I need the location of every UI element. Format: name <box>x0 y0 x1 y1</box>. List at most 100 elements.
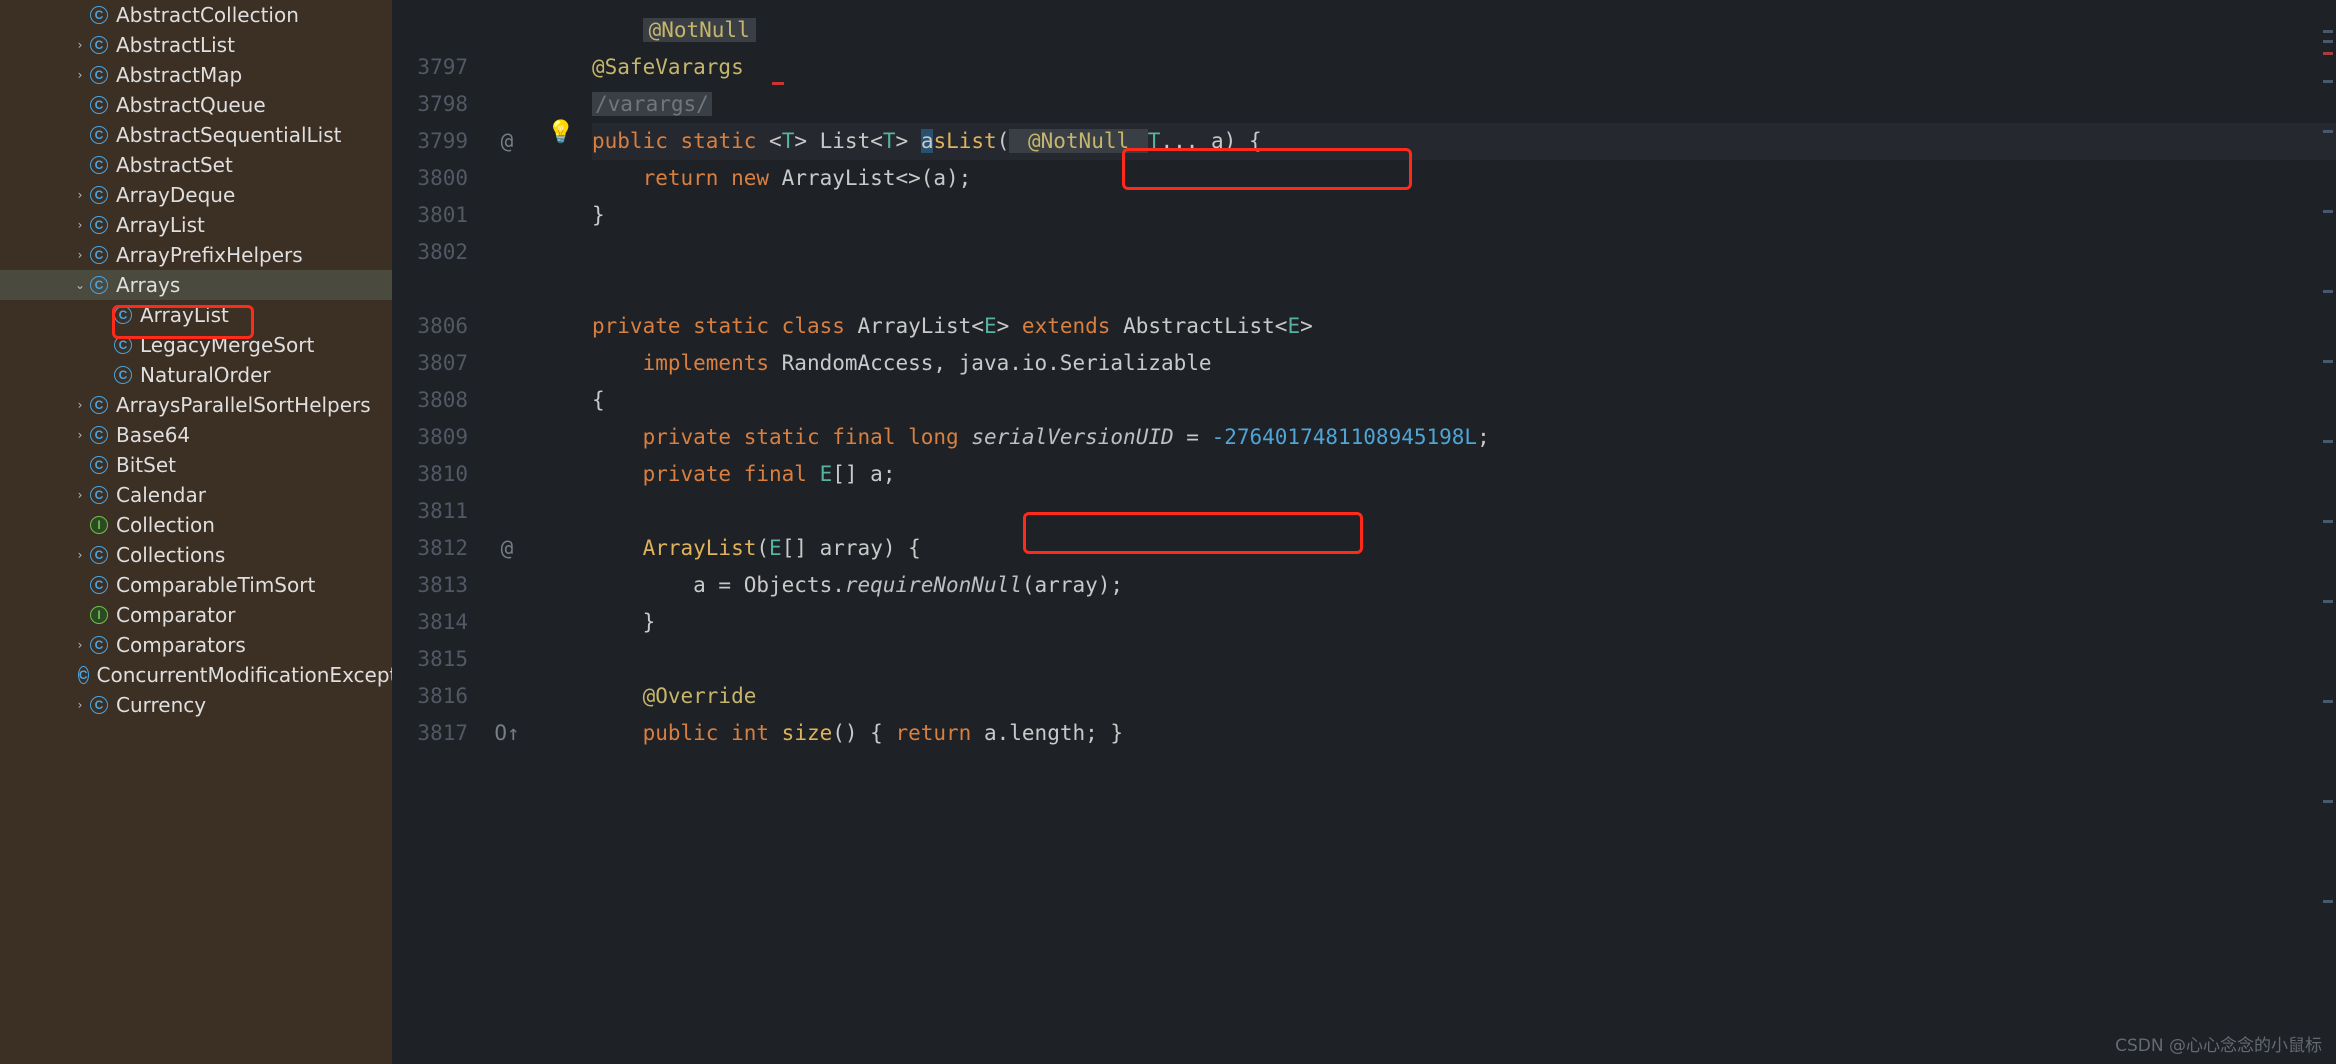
stripe-mark[interactable] <box>2323 130 2333 133</box>
tree-item-comparabletimsort[interactable]: ·CComparableTimSort <box>0 570 392 600</box>
project-tree[interactable]: ·CAbstractCollection›CAbstractList›CAbst… <box>0 0 392 1064</box>
tree-item-abstractqueue[interactable]: ·CAbstractQueue <box>0 90 392 120</box>
stripe-mark[interactable] <box>2323 52 2333 55</box>
override-gutter-icon[interactable]: @ <box>482 530 532 567</box>
token: public <box>592 129 681 153</box>
tree-item-collections[interactable]: ›CCollections <box>0 540 392 570</box>
token: int <box>731 721 782 745</box>
tree-item-arrayprefixhelpers[interactable]: ›CArrayPrefixHelpers <box>0 240 392 270</box>
tree-item-arraylist[interactable]: ›CArrayList <box>0 210 392 240</box>
intention-bulb-icon[interactable]: 💡 <box>547 120 574 145</box>
tree-item-abstractsequentiallist[interactable]: ·CAbstractSequentialList <box>0 120 392 150</box>
code-line[interactable]: return new ArrayList<>(a); <box>592 160 2336 197</box>
marker-gutter[interactable]: @ @ O↑ <box>482 0 532 1064</box>
stripe-mark[interactable] <box>2323 360 2333 363</box>
tree-item-arraysparallelsorthelpers[interactable]: ›CArraysParallelSortHelpers <box>0 390 392 420</box>
chevron-right-icon[interactable]: › <box>72 248 88 262</box>
code-line[interactable]: /varargs/ <box>592 86 2336 123</box>
tree-item-abstractset[interactable]: ·CAbstractSet <box>0 150 392 180</box>
tree-item-collection[interactable]: ·ICollection <box>0 510 392 540</box>
code-area[interactable]: @NotNull@SafeVarargs/varargs/public stat… <box>592 12 2336 752</box>
tree-item-base64[interactable]: ›CBase64 <box>0 420 392 450</box>
stripe-mark[interactable] <box>2323 900 2333 903</box>
chevron-right-icon[interactable]: › <box>72 218 88 232</box>
token: private <box>643 462 744 486</box>
code-line[interactable]: } <box>592 604 2336 641</box>
token: @NotNull <box>1009 129 1147 153</box>
class-icon: C <box>90 576 108 594</box>
chevron-right-icon[interactable]: › <box>72 638 88 652</box>
code-line[interactable]: public static <T> List<T> asList( @NotNu… <box>592 123 2336 160</box>
stripe-mark[interactable] <box>2323 520 2333 523</box>
tree-item-legacymergesort[interactable]: ·CLegacyMergeSort <box>0 330 392 360</box>
stripe-mark[interactable] <box>2323 210 2333 213</box>
code-line[interactable]: { <box>592 382 2336 419</box>
tree-item-comparator[interactable]: ·IComparator <box>0 600 392 630</box>
code-line[interactable]: private static class ArrayList<E> extend… <box>592 308 2336 345</box>
code-line[interactable]: @Override <box>592 678 2336 715</box>
tree-item-calendar[interactable]: ›CCalendar <box>0 480 392 510</box>
code-editor[interactable]: 3797379837993800380138023806380738083809… <box>392 0 2336 1064</box>
code-line[interactable]: } <box>592 197 2336 234</box>
code-line[interactable]: @SafeVarargs <box>592 49 2336 86</box>
code-line[interactable] <box>592 234 2336 271</box>
code-line[interactable]: a = Objects.requireNonNull(array); <box>592 567 2336 604</box>
tree-item-label: ArrayList <box>114 213 205 237</box>
code-line[interactable]: ArrayList(E[] array) { <box>592 530 2336 567</box>
tree-item-concurrentmodificationexception[interactable]: ·CConcurrentModificationException <box>0 660 392 690</box>
stripe-mark[interactable] <box>2323 440 2333 443</box>
chevron-right-icon[interactable]: › <box>72 188 88 202</box>
line-number: 3797 <box>392 49 482 86</box>
token: static <box>744 425 833 449</box>
gutter-mark[interactable]: O↑ <box>482 715 532 752</box>
token: (array); <box>1022 573 1123 597</box>
stripe-mark[interactable] <box>2323 290 2333 293</box>
tree-item-abstractlist[interactable]: ›CAbstractList <box>0 30 392 60</box>
tree-item-abstractmap[interactable]: ›CAbstractMap <box>0 60 392 90</box>
chevron-right-icon[interactable]: › <box>72 428 88 442</box>
chevron-down-icon[interactable]: ⌄ <box>72 278 88 292</box>
tree-item-comparators[interactable]: ›CComparators <box>0 630 392 660</box>
tree-item-naturalorder[interactable]: ·CNaturalOrder <box>0 360 392 390</box>
error-stripe[interactable] <box>2320 0 2336 1064</box>
chevron-right-icon[interactable]: › <box>72 38 88 52</box>
class-icon: C <box>114 336 132 354</box>
chevron-right-icon[interactable]: › <box>72 548 88 562</box>
stripe-mark[interactable] <box>2323 80 2333 83</box>
tree-item-arraydeque[interactable]: ›CArrayDeque <box>0 180 392 210</box>
code-line[interactable]: private static final long serialVersionU… <box>592 419 2336 456</box>
tree-item-arraylist[interactable]: ·CArrayList <box>0 300 392 330</box>
tree-item-label: Collections <box>114 543 225 567</box>
code-line[interactable] <box>592 271 2336 308</box>
code-line[interactable]: @NotNull <box>592 12 2336 49</box>
tree-item-currency[interactable]: ›CCurrency <box>0 690 392 720</box>
tree-item-label: ConcurrentModificationException <box>95 663 393 687</box>
tree-item-label: ArraysParallelSortHelpers <box>114 393 371 417</box>
tree-item-arrays[interactable]: ⌄CArrays <box>0 270 392 300</box>
code-line[interactable]: public int size() { return a.length; } <box>592 715 2336 752</box>
chevron-right-icon[interactable]: › <box>72 488 88 502</box>
token: E <box>820 462 833 486</box>
tree-item-label: ArrayList <box>138 303 229 327</box>
tree-item-bitset[interactable]: ·CBitSet <box>0 450 392 480</box>
stripe-mark[interactable] <box>2323 800 2333 803</box>
stripe-mark[interactable] <box>2323 40 2333 43</box>
chevron-right-icon[interactable]: › <box>72 68 88 82</box>
token: = <box>1174 425 1212 449</box>
chevron-right-icon[interactable]: › <box>72 398 88 412</box>
class-icon: C <box>114 306 132 324</box>
tree-item-abstractcollection[interactable]: ·CAbstractCollection <box>0 0 392 30</box>
code-line[interactable] <box>592 493 2336 530</box>
override-gutter-icon[interactable]: @ <box>482 123 532 160</box>
chevron-right-icon[interactable]: › <box>72 698 88 712</box>
stripe-mark[interactable] <box>2323 600 2333 603</box>
code-line[interactable] <box>592 641 2336 678</box>
token: new <box>731 166 782 190</box>
line-number: 3801 <box>392 197 482 234</box>
stripe-mark[interactable] <box>2323 30 2333 33</box>
code-line[interactable]: implements RandomAccess, java.io.Seriali… <box>592 345 2336 382</box>
token <box>592 462 643 486</box>
stripe-mark[interactable] <box>2323 700 2333 703</box>
token: /varargs/ <box>592 92 712 116</box>
code-line[interactable]: private final E[] a; <box>592 456 2336 493</box>
